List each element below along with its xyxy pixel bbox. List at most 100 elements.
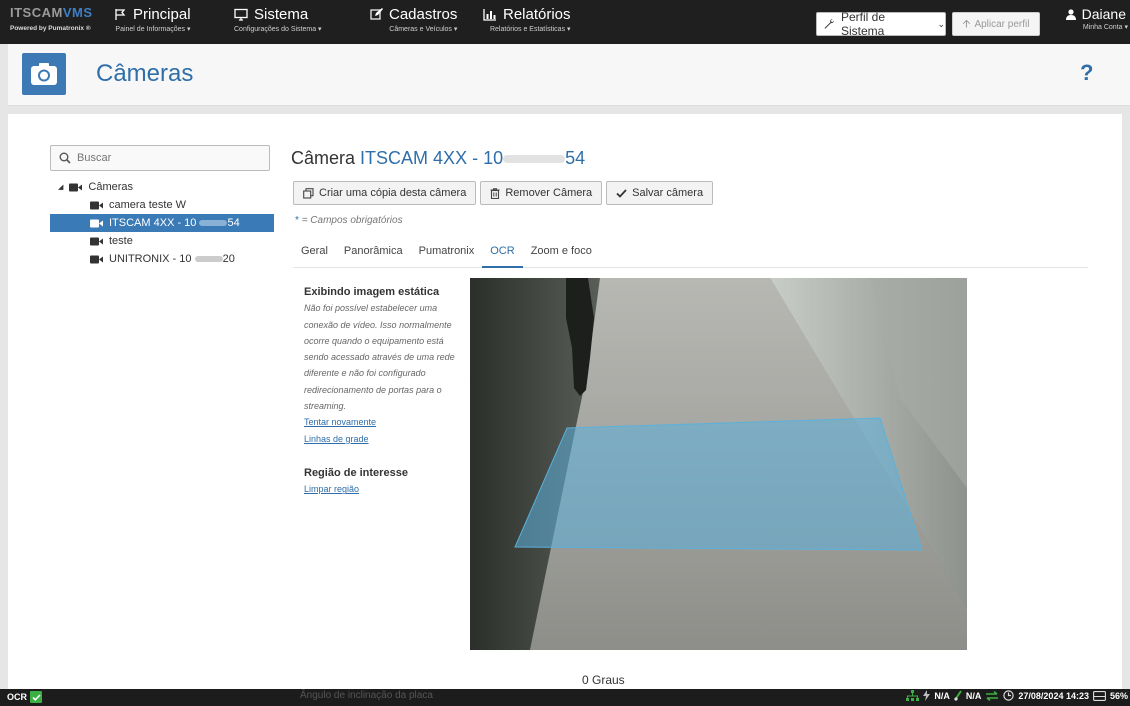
video-camera-icon <box>90 237 103 245</box>
video-camera-icon <box>90 219 103 227</box>
copy-camera-button[interactable]: Criar uma cópia desta câmera <box>293 181 477 205</box>
redacted-mask <box>194 256 223 263</box>
search-box[interactable] <box>50 145 270 171</box>
redacted-mask <box>503 155 566 164</box>
required-text: = Campos obrigatórios <box>301 215 403 226</box>
save-camera-label: Salvar câmera <box>632 187 704 199</box>
tab-pumatronix[interactable]: Pumatronix <box>411 238 483 268</box>
camera-title-name: ITSCAM 4XX - 10 54 <box>360 148 585 168</box>
disk-usage: 56% <box>1109 690 1128 701</box>
page-title: Câmeras <box>96 60 194 87</box>
apply-profile-button[interactable]: 🡩 Aplicar perfil <box>952 12 1040 36</box>
arrow-up-icon: 🡩 <box>962 17 971 30</box>
thermometer-icon <box>954 690 962 701</box>
tree-item-selected[interactable]: ITSCAM 4XX - 10 54 <box>50 214 274 232</box>
flag-icon <box>115 9 126 20</box>
nav-relatorios-sub: Relatórios e Estatísticas ▾ <box>489 26 571 33</box>
network-icon <box>906 690 920 701</box>
caret-down-icon[interactable]: ◢ <box>58 183 63 191</box>
tree-root-label: Câmeras <box>88 181 134 193</box>
nav-principal[interactable]: Principal Painel de Informações ▾ <box>114 6 191 40</box>
nav-relatorios[interactable]: Relatórios Relatórios e Estatísticas ▾ <box>483 6 571 40</box>
remove-camera-label: Remover Câmera <box>505 187 593 199</box>
user-name: Daiane <box>1081 6 1126 22</box>
logo-text-accent: VMS <box>62 5 93 20</box>
search-input[interactable] <box>77 152 257 164</box>
nav-sistema-label: Sistema <box>254 6 309 23</box>
user-icon <box>1065 8 1076 20</box>
tree-item-label-a: ITSCAM 4XX - 10 <box>109 217 197 229</box>
degrees-label: 0 Graus <box>582 673 625 687</box>
tab-ocr[interactable]: OCR <box>482 238 523 268</box>
nav-cadastros[interactable]: Cadastros Câmeras e Veículos ▾ <box>370 6 457 40</box>
tilt-angle-label: Ângulo de inclinação da placa <box>300 690 433 701</box>
tree-item-label: ITSCAM 4XX - 10 54 <box>109 217 240 229</box>
status-bar: OCR Ângulo de inclinação da placa N/A N/… <box>0 689 1130 706</box>
save-camera-button[interactable]: Salvar câmera <box>606 181 714 205</box>
tree-item[interactable]: teste <box>50 232 274 250</box>
sync-icon <box>986 690 999 701</box>
tree-item-label: camera teste W <box>109 199 187 211</box>
required-star: * <box>295 215 299 226</box>
camera-image[interactable] <box>470 278 967 650</box>
roi-region[interactable] <box>514 417 923 551</box>
tree-item[interactable]: UNITRONIX - 10 20 <box>50 250 274 268</box>
roi-heading: Região de interesse <box>304 466 408 479</box>
redacted-mask <box>199 220 228 227</box>
datetime: 27/08/2024 14:23 <box>1018 690 1089 701</box>
video-camera-icon <box>69 183 83 191</box>
help-icon[interactable]: ? <box>1080 60 1093 86</box>
camera-tree: ◢ Câmeras camera teste W ITSCAM 4XX - 10… <box>50 178 274 268</box>
ocr-status-label: OCR <box>7 692 27 702</box>
lightning-icon <box>923 690 931 701</box>
camera-icon <box>22 53 66 95</box>
nav-relatorios-label: Relatórios <box>503 6 571 23</box>
camera-name-a: ITSCAM 4XX - 10 <box>360 148 504 168</box>
powered-by: Powered by Pumatronix ® <box>10 25 91 32</box>
chevron-down-icon: ⌄ <box>937 18 945 29</box>
monitor-icon <box>234 8 248 21</box>
tab-zoom-foco[interactable]: Zoom e foco <box>523 238 600 268</box>
logo-text: ITSCAM <box>10 5 63 20</box>
trash-icon <box>490 187 500 199</box>
profile-label: Perfil de Sistema <box>840 10 885 38</box>
nav-cadastros-sub: Câmeras e Veículos ▾ <box>389 26 458 33</box>
profile-select[interactable]: Perfil de Sistema ⌄ <box>816 10 946 38</box>
user-menu[interactable]: Daiane Minha Conta ▾ <box>1048 6 1130 40</box>
tree-item-label-a: UNITRONIX - 10 <box>109 253 192 265</box>
power-status: N/A <box>934 690 950 701</box>
nav-sistema[interactable]: Sistema Configurações do Sistema ▾ <box>234 6 322 40</box>
check-icon <box>30 691 42 703</box>
clear-region-link[interactable]: Limpar região <box>304 481 464 497</box>
copy-camera-label: Criar uma cópia desta câmera <box>319 187 467 199</box>
clock-icon <box>1003 690 1015 701</box>
static-image-heading: Exibindo imagem estática <box>304 286 440 298</box>
user-sub: Minha Conta ▾ <box>1082 24 1128 31</box>
tab-geral[interactable]: Geral <box>293 238 336 268</box>
tree-root[interactable]: ◢ Câmeras <box>50 178 274 196</box>
nav-sistema-sub: Configurações do Sistema ▾ <box>234 26 322 33</box>
search-icon <box>59 152 71 164</box>
nav-principal-label: Principal <box>133 6 191 23</box>
tab-panoramica[interactable]: Panorâmica <box>336 238 411 268</box>
tree-item[interactable]: camera teste W <box>50 196 274 214</box>
grid-lines-link[interactable]: Linhas de grade <box>304 431 464 447</box>
nav-principal-sub: Painel de Informações ▾ <box>115 26 191 33</box>
edit-icon <box>370 8 383 20</box>
brand-logo[interactable]: ITSCAMVMS Powered by Pumatronix ® <box>10 5 102 39</box>
stream-error-text: Não foi possível estabelecer uma conexão… <box>304 303 455 412</box>
retry-link[interactable]: Tentar novamente <box>304 414 464 430</box>
temperature-status: N/A <box>965 690 982 701</box>
check-icon <box>616 188 627 198</box>
tree-item-label-b: 20 <box>222 253 235 265</box>
wrench-icon <box>824 19 834 29</box>
stream-info-panel: Exibindo imagem estática Não foi possíve… <box>304 284 464 498</box>
tree-item-label: teste <box>109 235 133 247</box>
required-fields-note: * = Campos obrigatórios <box>295 215 403 226</box>
disk-icon <box>1093 690 1106 701</box>
camera-name-b: 54 <box>565 148 586 168</box>
nav-cadastros-label: Cadastros <box>389 6 458 23</box>
video-camera-icon <box>90 201 103 209</box>
camera-title-prefix: Câmera <box>291 148 356 168</box>
remove-camera-button[interactable]: Remover Câmera <box>480 181 603 205</box>
